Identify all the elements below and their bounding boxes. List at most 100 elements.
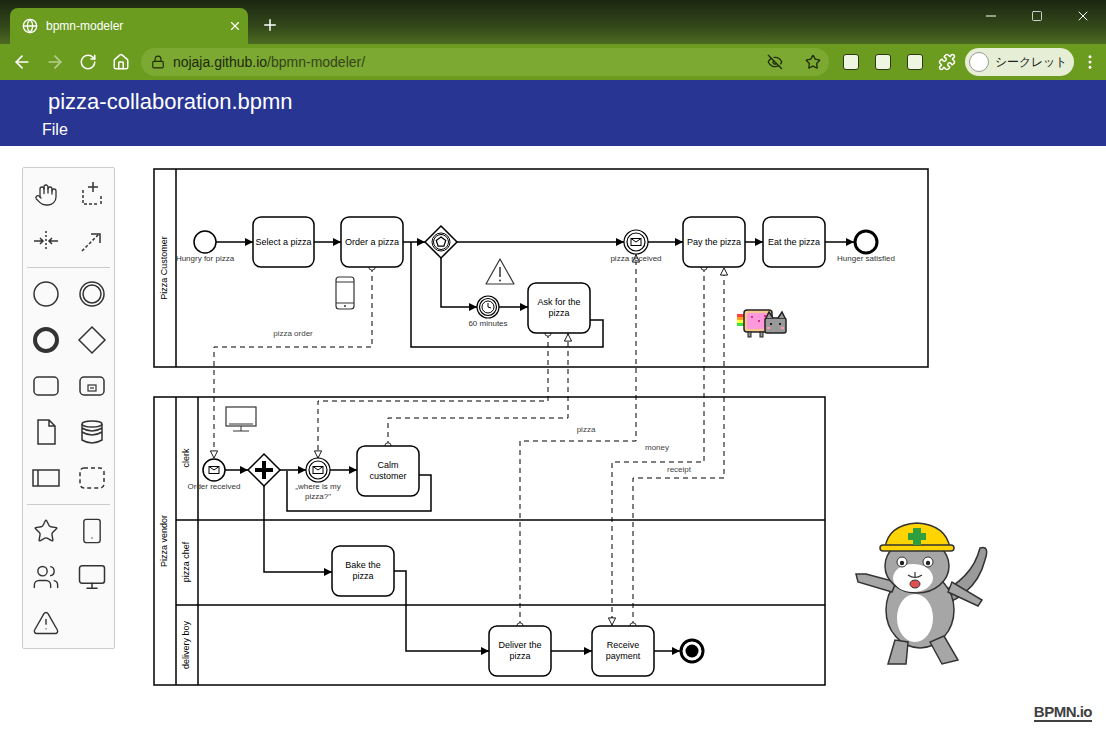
eye-off-icon[interactable] — [767, 54, 783, 70]
palette-tool[interactable] — [69, 508, 115, 554]
incognito-profile[interactable]: シークレット — [965, 48, 1074, 76]
browser-tab[interactable]: bpmn-modeler — [10, 8, 248, 44]
browser-window: bpmn-modeler nojaja.github.io/bpmn-modele… — [0, 0, 1106, 739]
monitor-icon[interactable] — [226, 407, 256, 431]
terminate-end-event[interactable] — [681, 640, 703, 662]
task[interactable]: Pay the pizza — [683, 217, 745, 267]
task[interactable]: Select a pizza — [253, 217, 314, 267]
menu-dots-icon — [1081, 53, 1099, 71]
sequence-flow[interactable] — [330, 469, 357, 471]
palette-separator — [27, 267, 110, 268]
sequence-flow[interactable] — [314, 241, 341, 243]
extensions-button[interactable] — [931, 46, 963, 78]
message-flow-label: money — [645, 443, 669, 452]
sequence-flow[interactable] — [225, 469, 248, 471]
task[interactable]: Eat the pizza — [763, 217, 825, 267]
message-flow[interactable] — [214, 267, 372, 459]
window-control-button[interactable] — [1014, 0, 1060, 32]
sequence-flow[interactable] — [280, 469, 306, 471]
palette-tool[interactable] — [23, 409, 69, 455]
palette-tool[interactable] — [69, 218, 115, 264]
message-flow[interactable] — [633, 267, 724, 626]
sequence-flow[interactable] — [745, 241, 763, 243]
modeler-canvas[interactable]: Pizza Customer Pizza vendorclerkpizza che… — [0, 146, 1106, 739]
close-tab-icon[interactable] — [228, 19, 242, 33]
palette-tool[interactable] — [23, 218, 69, 264]
message-flow[interactable] — [388, 333, 568, 446]
task[interactable]: Bake the pizza — [332, 546, 394, 596]
palette-tool[interactable] — [69, 455, 115, 501]
new-tab-button[interactable] — [260, 15, 280, 35]
palette-tool[interactable] — [23, 172, 69, 218]
sequence-flow[interactable] — [216, 241, 253, 243]
start-event[interactable]: Hungry for pizza — [160, 231, 250, 278]
end-event[interactable]: Hunger satisfied — [821, 231, 911, 278]
window-control-button[interactable] — [968, 0, 1014, 32]
palette-tool[interactable] — [69, 554, 115, 600]
extension-button[interactable] — [867, 46, 899, 78]
sequence-flow[interactable] — [825, 241, 854, 243]
parallel-gateway[interactable] — [248, 454, 280, 486]
bookmark-star-icon[interactable] — [805, 54, 821, 70]
warning-icon[interactable] — [486, 259, 514, 284]
reload-button[interactable] — [71, 46, 104, 78]
event-gateway[interactable] — [425, 226, 457, 258]
sequence-flow[interactable] — [394, 571, 489, 651]
palette-tool[interactable] — [23, 455, 69, 501]
palette-tool[interactable] — [69, 363, 115, 409]
palette-tool[interactable] — [23, 363, 69, 409]
palette-tool[interactable] — [23, 317, 69, 363]
extension-icon — [907, 54, 923, 70]
extension-button[interactable] — [835, 46, 867, 78]
palette-tool[interactable] — [69, 172, 115, 218]
message-flow[interactable] — [520, 254, 636, 626]
pool[interactable]: Pizza Customer — [154, 169, 928, 367]
data-store-icon — [77, 417, 107, 447]
timer-event[interactable]: 60 minutes — [443, 296, 533, 343]
sequence-flow[interactable] — [441, 258, 477, 307]
document-title: pizza-collaboration.bpmn — [0, 80, 1106, 116]
palette-tool[interactable] — [69, 271, 115, 317]
palette-tool[interactable] — [69, 409, 115, 455]
star-icon — [33, 518, 59, 544]
task[interactable]: Calm customer — [357, 446, 419, 496]
forward-button[interactable] — [39, 46, 72, 78]
palette-tool[interactable] — [23, 554, 69, 600]
message-icon — [313, 467, 323, 474]
svg-text:Pizza vendor: Pizza vendor — [159, 515, 169, 567]
hand-tool-icon — [34, 183, 58, 207]
extension-button[interactable] — [899, 46, 931, 78]
menu-item[interactable]: File — [42, 119, 68, 141]
palette-tool[interactable] — [23, 271, 69, 317]
message-flow[interactable] — [612, 267, 704, 626]
home-button[interactable] — [104, 46, 137, 78]
message-start-event[interactable]: Order received — [169, 459, 259, 506]
message-icon — [631, 239, 641, 246]
sequence-flow[interactable] — [551, 650, 592, 652]
window-control-button[interactable] — [1060, 0, 1106, 32]
task[interactable]: Receive payment — [592, 626, 654, 676]
message-event[interactable]: pizza received — [591, 230, 681, 278]
sequence-flow[interactable] — [499, 306, 528, 308]
message-event[interactable]: „where is my pizza?" — [286, 458, 350, 506]
sequence-flow[interactable] — [403, 241, 425, 243]
back-button[interactable] — [6, 46, 39, 78]
task[interactable]: Ask for the pizza — [528, 283, 590, 333]
sequence-flow[interactable] — [648, 241, 683, 243]
browser-menu-button[interactable] — [1074, 46, 1106, 78]
task[interactable]: Order a pizza — [341, 217, 403, 267]
palette-tool[interactable] — [23, 600, 69, 646]
task[interactable]: Deliver the pizza — [489, 626, 551, 676]
palette-tool[interactable] — [69, 317, 115, 363]
pool[interactable]: Pizza vendorclerkpizza chefdelivery boy — [154, 397, 825, 685]
sequence-flow[interactable] — [457, 241, 624, 243]
palette-tool[interactable] — [23, 508, 69, 554]
mobile-icon[interactable] — [336, 277, 354, 309]
puzzle-icon — [938, 53, 956, 71]
bpmn-diagram[interactable]: Pizza Customer Pizza vendorclerkpizza che… — [0, 146, 1106, 739]
message-flow-label: receipt — [667, 465, 692, 474]
bpmn-io-logo[interactable]: BPMN.io — [1034, 704, 1092, 722]
address-bar[interactable]: nojaja.github.io/bpmn-modeler/ — [141, 48, 829, 76]
message-flow[interactable] — [318, 333, 548, 459]
sequence-flow[interactable] — [654, 650, 680, 652]
